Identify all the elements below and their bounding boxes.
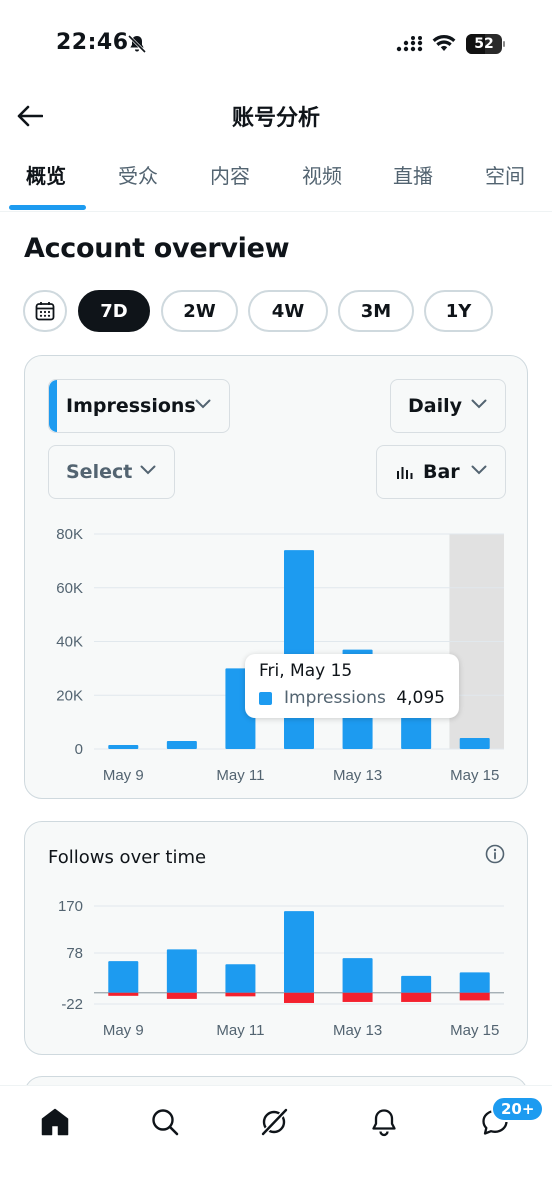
cellular-signal-icon [396, 36, 423, 52]
x-tick-label: May 11 [216, 767, 264, 784]
tooltip-label: Impressions [284, 688, 386, 708]
range-3m-button[interactable]: 3M [338, 290, 414, 332]
tooltip-value: 4,095 [396, 688, 445, 708]
status-bar: 22:46 52 [0, 0, 552, 90]
bar-positive [459, 972, 490, 993]
nav-notifications[interactable] [364, 1102, 404, 1142]
bar-negative [108, 992, 139, 996]
grok-icon [261, 1108, 288, 1136]
home-icon [41, 1108, 69, 1136]
section-title: Account overview [24, 233, 290, 264]
calendar-icon [35, 302, 55, 321]
bar-positive [342, 958, 373, 993]
bar-negative [342, 992, 373, 1002]
messages-badge: 20+ [491, 1096, 545, 1122]
battery-cap [503, 41, 505, 47]
nav-search[interactable] [145, 1102, 185, 1142]
battery-indicator: 52 [466, 34, 502, 54]
bell-icon [372, 1109, 396, 1137]
y-tick-label: 20K [56, 687, 83, 704]
tab-spaces[interactable]: 空间 [485, 160, 525, 189]
x-tick-label: May 13 [333, 1022, 382, 1039]
y-tick-label: 78 [66, 945, 83, 962]
bar-negative [401, 992, 432, 1002]
y-tick-label: 170 [58, 898, 83, 915]
tooltip-row: Impressions 4,095 [259, 688, 445, 708]
impressions-bar-chart: 80K 60K 40K 20K 0 May 9 May 11 May 13 May 15 [56, 526, 504, 784]
y-tick-label: 0 [75, 741, 83, 758]
battery-percent: 52 [474, 36, 494, 52]
bar-negative [284, 992, 314, 1003]
bar-negative [166, 992, 197, 999]
range-1y-button[interactable]: 1Y [424, 290, 493, 332]
bar-negative [225, 992, 256, 997]
nav-home[interactable] [35, 1102, 75, 1142]
bar-positive [225, 964, 256, 993]
tooltip-date: Fri, May 15 [259, 661, 353, 681]
bar-positive [401, 975, 432, 993]
y-tick-label: -22 [61, 996, 83, 1013]
x-tick-label: May 15 [450, 1022, 499, 1039]
status-time: 22:46 [56, 30, 129, 55]
tab-content[interactable]: 内容 [210, 160, 250, 189]
x-tick-label: May 9 [103, 767, 144, 784]
tooltip-swatch [259, 691, 272, 705]
search-icon [152, 1109, 179, 1136]
bar-positive [166, 949, 197, 993]
range-2w-button[interactable]: 2W [161, 290, 238, 332]
impressions-chart-card: Impressions Daily Select Bar 80K 60K 40K 20… [24, 355, 528, 799]
tab-audience[interactable]: 受众 [118, 160, 158, 189]
bar-positive [284, 550, 314, 749]
active-tab-indicator [9, 205, 86, 210]
bar-positive [284, 911, 314, 993]
bar-positive [459, 737, 490, 749]
page-title: 账号分析 [231, 106, 320, 131]
follows-chart-card: Follows over time 170 78 -22 May 9 May 11 May… [24, 821, 528, 1055]
bell-muted-icon [127, 34, 147, 54]
x-tick-label: May 9 [103, 1022, 144, 1039]
bar-negative [459, 992, 490, 1001]
bottom-nav: 20+ [0, 1085, 552, 1200]
calendar-button[interactable] [23, 290, 67, 332]
x-tick-label: May 15 [450, 767, 499, 784]
bar-positive [108, 961, 139, 993]
y-tick-label: 60K [56, 580, 83, 597]
bar-positive [108, 744, 139, 749]
tab-bar: 概览 受众 内容 视频 直播 空间 [0, 150, 552, 212]
y-tick-label: 40K [56, 634, 83, 651]
range-4w-button[interactable]: 4W [248, 290, 328, 332]
tab-video[interactable]: 视频 [302, 160, 342, 189]
range-7d-button[interactable]: 7D [78, 290, 150, 332]
chart-tooltip: Fri, May 15 Impressions 4,095 [245, 654, 459, 718]
tab-live[interactable]: 直播 [393, 160, 433, 189]
x-tick-label: May 11 [216, 1022, 264, 1039]
follows-bar-chart: 170 78 -22 May 9 May 11 May 13 May 15 [58, 898, 504, 1039]
tab-overview[interactable]: 概览 [26, 160, 66, 189]
bar-positive [166, 740, 197, 749]
wifi-icon [432, 34, 456, 51]
x-tick-label: May 13 [333, 767, 382, 784]
y-tick-label: 80K [56, 526, 83, 543]
nav-grok[interactable] [254, 1102, 294, 1142]
